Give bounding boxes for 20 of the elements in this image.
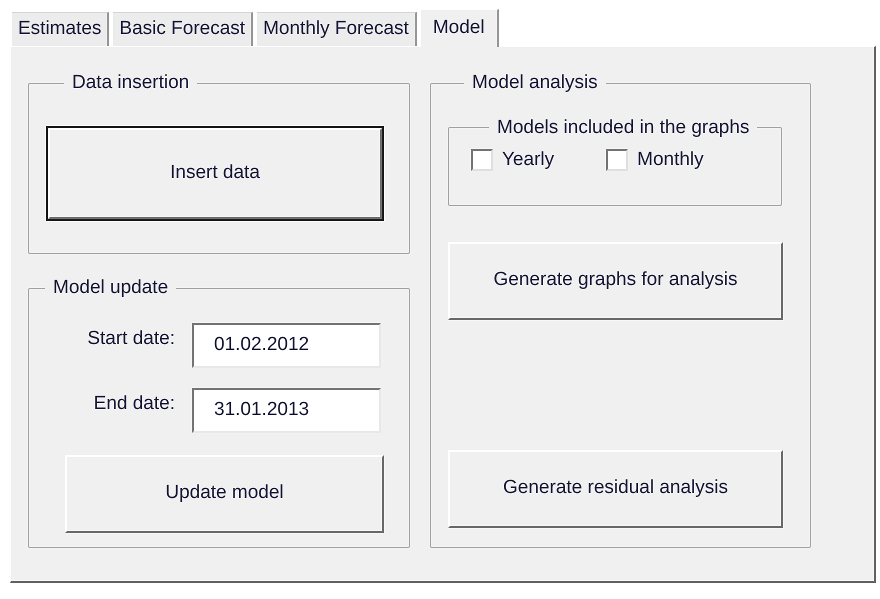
- group-title: Model update: [52, 276, 170, 300]
- checkbox[interactable]: [471, 149, 493, 172]
- group-title: Data insertion: [71, 71, 190, 95]
- tab[interactable]: Basic Forecast: [113, 12, 254, 46]
- checkbox-label: Yearly: [502, 148, 554, 172]
- field-label: Start date:: [86, 326, 176, 350]
- date-field[interactable]: 31.01.2013: [192, 388, 381, 432]
- tab[interactable]: Monthly Forecast: [257, 12, 417, 46]
- group-title: Model analysis: [471, 71, 599, 95]
- push-button[interactable]: Generate graphs for analysis: [448, 242, 783, 320]
- push-button[interactable]: Insert data: [48, 128, 382, 218]
- date-field[interactable]: 01.02.2012: [192, 322, 381, 368]
- field-label: End date:: [92, 392, 176, 416]
- push-button[interactable]: Generate residual analysis: [448, 450, 783, 528]
- push-button[interactable]: Update model: [65, 454, 384, 532]
- tab[interactable]: Model: [420, 9, 499, 47]
- tab[interactable]: Estimates: [12, 12, 110, 46]
- checkbox[interactable]: [606, 149, 628, 172]
- checkbox-label: Monthly: [637, 148, 704, 172]
- group-title: Models included in the graphs: [496, 116, 750, 140]
